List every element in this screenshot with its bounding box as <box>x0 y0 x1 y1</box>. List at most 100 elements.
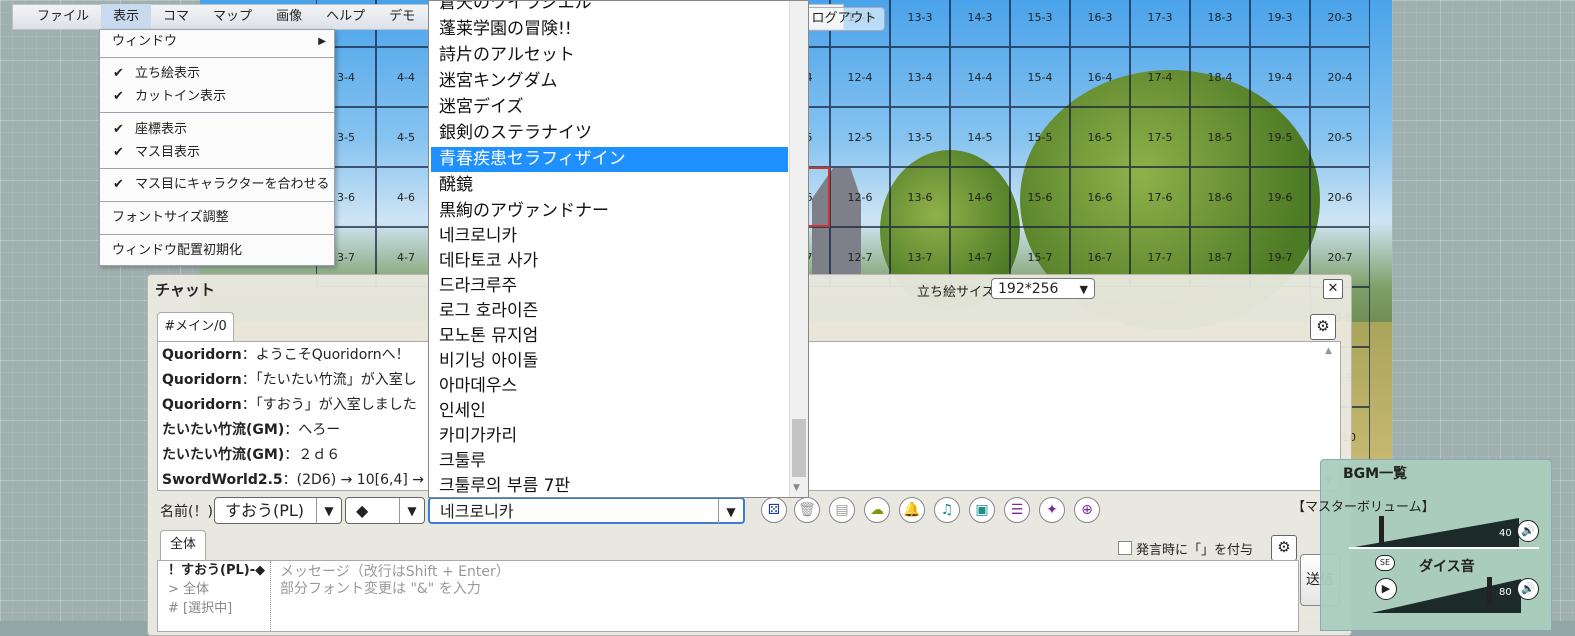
map-cell[interactable]: 19-3 <box>1250 0 1310 47</box>
map-cell[interactable]: 20-5 <box>1310 107 1370 167</box>
menu-map[interactable]: マップ <box>201 4 264 30</box>
listbox-scrollbar[interactable]: ▼ <box>789 1 808 497</box>
map-cell[interactable]: 14-4 <box>950 47 1010 107</box>
listbox-option[interactable]: 蓬莱学園の冒険!! <box>431 17 788 42</box>
map-cell[interactable]: 15-3 <box>1010 0 1070 47</box>
map-cell[interactable]: 12-4 <box>830 47 890 107</box>
listbox-option[interactable]: 青春疾患セラフィザイン <box>431 147 788 172</box>
cloud-icon[interactable]: ☁ <box>864 497 890 523</box>
tab-all[interactable]: 全体 <box>160 530 206 560</box>
listbox-option[interactable]: 醗鏡 <box>431 173 788 198</box>
memo-icon[interactable]: ▤ <box>829 497 855 523</box>
map-cell[interactable]: 19-6 <box>1250 167 1310 227</box>
listbox-option[interactable]: 로그 호라이즌 <box>431 299 788 324</box>
speaker-icon[interactable]: 🔊 <box>1517 520 1539 542</box>
message-input[interactable]: メッセージ（改行はShift + Enter） 部分フォント変更は "&" を入… <box>280 564 510 598</box>
close-icon[interactable]: ✕ <box>1323 279 1343 299</box>
map-cell[interactable]: 4-6 <box>376 167 436 227</box>
scroll-down-icon[interactable]: ▼ <box>793 483 800 493</box>
listbox-option[interactable]: 詩片のアルセット <box>431 43 788 68</box>
map-cell[interactable]: 18-3 <box>1190 0 1250 47</box>
map-cell[interactable]: 18-5 <box>1190 107 1250 167</box>
menu-help[interactable]: ヘルプ <box>314 4 377 30</box>
listbox-option[interactable]: 드라크루주 <box>431 274 788 299</box>
bracket-option-checkbox[interactable] <box>1118 541 1132 555</box>
map-cell[interactable]: 13-4 <box>890 47 950 107</box>
map-cell[interactable]: 18-4 <box>1190 47 1250 107</box>
listbox-option[interactable]: 迷宮キングダム <box>431 69 788 94</box>
dice-system-listbox[interactable]: ▼ 蒼天のワイラジエル 蓬莱学園の冒険!! 詩片のアルセット 迷宮キングダム 迷宮デイズ… <box>428 0 809 498</box>
menu-item-coord-display[interactable]: ✔ 座標表示 <box>100 119 334 141</box>
menu-item-reset-layout[interactable]: ウィンドウ配置初期化 <box>100 240 334 262</box>
listbox-option[interactable]: 카미가카리 <box>431 424 788 449</box>
listbox-option[interactable]: 비기닝 아이돌 <box>431 349 788 374</box>
map-cell[interactable]: 12-5 <box>830 107 890 167</box>
menu-item-cutin-display[interactable]: ✔ カットイン表示 <box>100 86 334 108</box>
map-cell[interactable]: 18-6 <box>1190 167 1250 227</box>
map-cell[interactable]: 20-3 <box>1310 0 1370 47</box>
listbox-option[interactable]: 모노톤 뮤지엄 <box>431 324 788 349</box>
map-cell[interactable]: 15-4 <box>1010 47 1070 107</box>
play-icon[interactable]: ▶ <box>1375 578 1397 600</box>
tab-main[interactable]: #メイン/0 <box>157 312 234 341</box>
listbox-option[interactable]: 銀剣のステラナイツ <box>431 121 788 146</box>
map-cell[interactable]: 14-5 <box>950 107 1010 167</box>
menu-demo[interactable]: デモ <box>377 4 427 30</box>
listbox-option[interactable]: 크툴루의 부름 7판 <box>431 474 788 497</box>
map-cell[interactable]: 20-6 <box>1310 167 1370 227</box>
menu-view[interactable]: 表示 <box>101 4 152 30</box>
listbox-option[interactable]: 蒼天のワイラジエル <box>431 1 788 16</box>
map-cell[interactable]: 19-4 <box>1250 47 1310 107</box>
bell-icon[interactable]: 🔔 <box>899 497 925 523</box>
listbox-option[interactable]: 네크로니카 <box>431 224 788 249</box>
menu-image[interactable]: 画像 <box>264 4 314 30</box>
target-icon[interactable]: ⊕ <box>1074 497 1100 523</box>
map-cell[interactable]: 16-3 <box>1070 0 1130 47</box>
listbox-option[interactable]: 黒絢のアヴァンドナー <box>431 199 788 224</box>
map-cell[interactable]: 14-6 <box>950 167 1010 227</box>
menu-item-grid-display[interactable]: ✔ マス目表示 <box>100 142 334 164</box>
map-cell[interactable]: 13-5 <box>890 107 950 167</box>
map-cell[interactable]: 17-3 <box>1130 0 1190 47</box>
listbox-option[interactable]: 인세인 <box>431 399 788 424</box>
list-icon[interactable]: ☰ <box>1004 497 1030 523</box>
map-cell[interactable]: 14-3 <box>950 0 1010 47</box>
sender-item[interactable]: # [選択中] <box>158 599 270 618</box>
stand-size-select[interactable]: 192*256 ▼ <box>991 278 1095 299</box>
map-cell[interactable]: 17-6 <box>1130 167 1190 227</box>
dice-icon[interactable]: ⚄ <box>761 497 787 523</box>
listbox-option[interactable]: 아마데우스 <box>431 374 788 399</box>
map-cell[interactable]: 17-5 <box>1130 107 1190 167</box>
map-cell[interactable]: 17-4 <box>1130 47 1190 107</box>
music-icon[interactable]: ♫ <box>934 497 960 523</box>
map-cell[interactable]: 13-6 <box>890 167 950 227</box>
listbox-option[interactable]: 迷宮デイズ <box>431 95 788 120</box>
name-select[interactable]: すおう(PL) ▼ <box>214 497 342 524</box>
scroll-up-icon[interactable]: ▲ <box>1325 346 1332 356</box>
map-cell[interactable]: 16-4 <box>1070 47 1130 107</box>
sender-item[interactable]: ！すおう(PL)-◆ <box>158 561 270 580</box>
sender-item[interactable]: > 全体 <box>158 580 270 599</box>
map-cell[interactable]: 19-5 <box>1250 107 1310 167</box>
map-cell[interactable]: 4-4 <box>376 47 436 107</box>
gear-icon[interactable]: ⚙ <box>1310 314 1336 340</box>
menu-item-window[interactable]: ウィンドウ ▶ <box>100 31 334 53</box>
map-cell[interactable]: 16-6 <box>1070 167 1130 227</box>
map-cell[interactable]: 4-5 <box>376 107 436 167</box>
map-cell[interactable]: 16-5 <box>1070 107 1130 167</box>
listbox-option[interactable]: 데타토코 사가 <box>431 249 788 274</box>
film-icon[interactable]: ▣ <box>969 497 995 523</box>
trash-icon[interactable]: 🗑 <box>794 497 820 523</box>
menu-piece[interactable]: コマ <box>151 4 201 30</box>
listbox-option[interactable]: 크툴루 <box>431 449 788 474</box>
menu-item-stand-display[interactable]: ✔ 立ち絵表示 <box>100 63 334 85</box>
scroll-thumb[interactable] <box>792 419 806 477</box>
menu-file[interactable]: ファイル <box>25 4 101 30</box>
logout-button[interactable]: ログアウト <box>803 7 885 31</box>
map-cell[interactable]: 20-4 <box>1310 47 1370 107</box>
gear-icon[interactable]: ⚙ <box>1271 535 1297 561</box>
status-select[interactable]: ◆ ▼ <box>345 497 425 524</box>
map-cell[interactable]: 15-6 <box>1010 167 1070 227</box>
map-cell[interactable]: 15-5 <box>1010 107 1070 167</box>
person-icon[interactable]: ✦ <box>1039 497 1065 523</box>
